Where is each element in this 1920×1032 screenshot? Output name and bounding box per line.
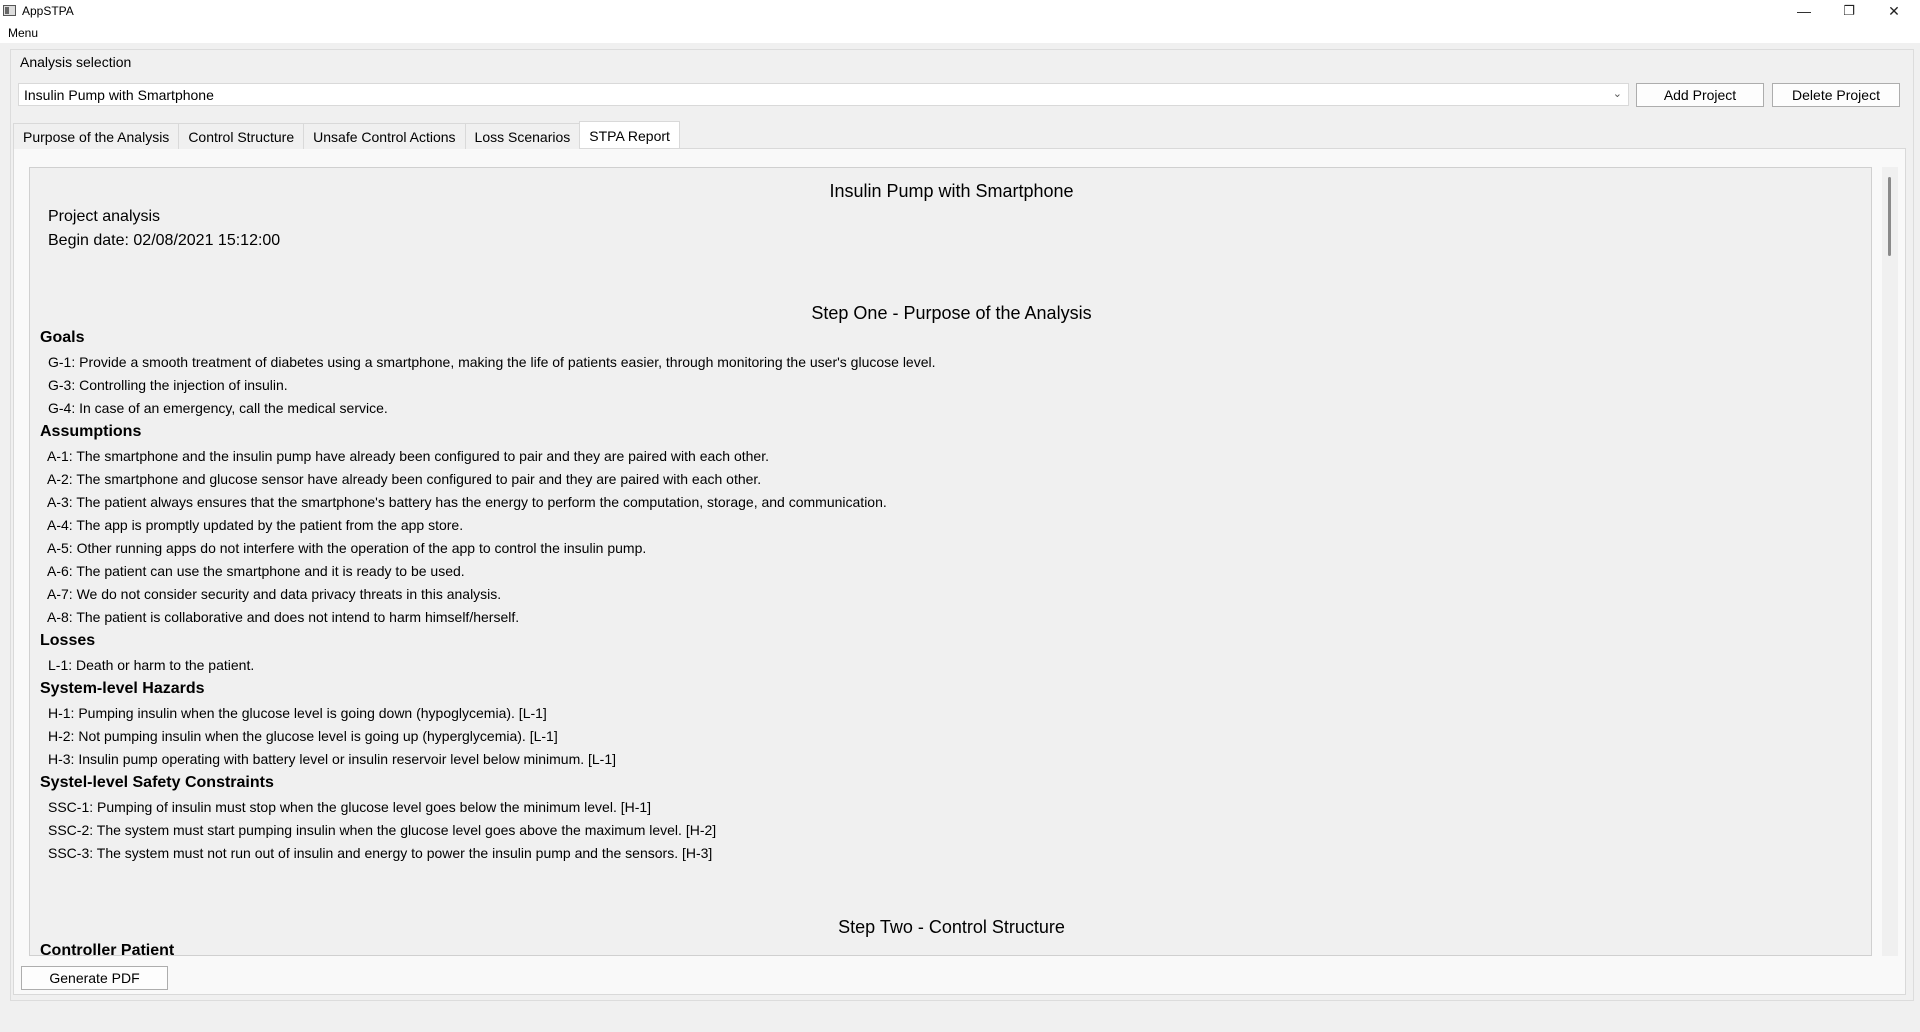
goal-item: G-1: Provide a smooth treatment of diabe…: [48, 354, 936, 370]
constraint-item: SSC-2: The system must start pumping ins…: [48, 822, 717, 838]
step-one-heading: Step One - Purpose of the Analysis: [811, 303, 1092, 323]
tab-stpa-report[interactable]: STPA Report: [579, 121, 680, 148]
delete-project-button[interactable]: Delete Project: [1772, 83, 1900, 107]
assumption-item: A-4: The app is promptly updated by the …: [47, 517, 464, 533]
tab-loss-scenarios[interactable]: Loss Scenarios: [464, 123, 581, 149]
add-project-button[interactable]: Add Project: [1636, 83, 1764, 107]
tab-unsafe-control-actions[interactable]: Unsafe Control Actions: [303, 123, 466, 149]
app-icon: [3, 5, 16, 16]
chevron-down-icon[interactable]: ⌄: [1613, 87, 1622, 100]
menu-item-menu[interactable]: Menu: [8, 26, 38, 40]
hazard-item: H-3: Insulin pump operating with battery…: [48, 751, 617, 767]
assumption-item: A-7: We do not consider security and dat…: [47, 586, 502, 602]
tab-purpose[interactable]: Purpose of the Analysis: [13, 123, 180, 149]
assumption-item: A-6: The patient can use the smartphone …: [47, 563, 465, 579]
begin-date: Begin date: 02/08/2021 15:12:00: [48, 232, 281, 249]
generate-pdf-button[interactable]: Generate PDF: [21, 966, 168, 990]
assumption-item: A-3: The patient always ensures that the…: [47, 494, 887, 510]
hazard-item: H-2: Not pumping insulin when the glucos…: [48, 728, 558, 744]
step-two-heading: Step Two - Control Structure: [838, 917, 1065, 937]
menu-bar: Menu: [0, 22, 1920, 43]
assumption-item: A-8: The patient is collaborative and do…: [47, 609, 520, 625]
scrollbar-thumb[interactable]: [1888, 177, 1891, 256]
assumption-item: A-5: Other running apps do not interfere…: [47, 540, 647, 556]
losses-heading: Losses: [40, 632, 96, 649]
assumption-item: A-1: The smartphone and the insulin pump…: [47, 448, 769, 464]
title-bar: AppSTPA — ❐ ✕: [0, 0, 1920, 22]
window-title: AppSTPA: [22, 4, 74, 18]
constraint-item: SSC-3: The system must not run out of in…: [48, 845, 713, 861]
goal-item: G-4: In case of an emergency, call the m…: [48, 400, 388, 416]
tab-control-structure[interactable]: Control Structure: [178, 123, 305, 149]
project-select-value: Insulin Pump with Smartphone: [24, 87, 214, 103]
constraints-heading: Systel-level Safety Constraints: [40, 774, 274, 791]
minimize-button[interactable]: —: [1782, 0, 1826, 22]
restore-button[interactable]: ❐: [1827, 0, 1871, 22]
constraint-item: SSC-1: Pumping of insulin must stop when…: [48, 799, 652, 815]
report-view[interactable]: Insulin Pump with Smartphone Project ana…: [29, 167, 1872, 956]
close-button[interactable]: ✕: [1872, 0, 1916, 22]
assumptions-heading: Assumptions: [40, 423, 142, 440]
project-analysis-label: Project analysis: [48, 208, 161, 225]
goals-heading: Goals: [40, 329, 85, 346]
project-select[interactable]: Insulin Pump with Smartphone ⌄: [18, 83, 1629, 106]
report-scrollbar[interactable]: [1882, 167, 1898, 956]
tab-bar: Purpose of the Analysis Control Structur…: [13, 121, 680, 149]
analysis-selection-label: Analysis selection: [19, 54, 133, 70]
goal-item: G-3: Controlling the injection of insuli…: [48, 377, 288, 393]
loss-item: L-1: Death or harm to the patient.: [48, 657, 255, 673]
report-title: Insulin Pump with Smartphone: [829, 181, 1074, 201]
assumption-item: A-2: The smartphone and glucose sensor h…: [47, 471, 762, 487]
hazard-item: H-1: Pumping insulin when the glucose le…: [48, 705, 547, 721]
hazards-heading: System-level Hazards: [40, 680, 205, 697]
controller-heading: Controller Patient: [40, 942, 175, 956]
